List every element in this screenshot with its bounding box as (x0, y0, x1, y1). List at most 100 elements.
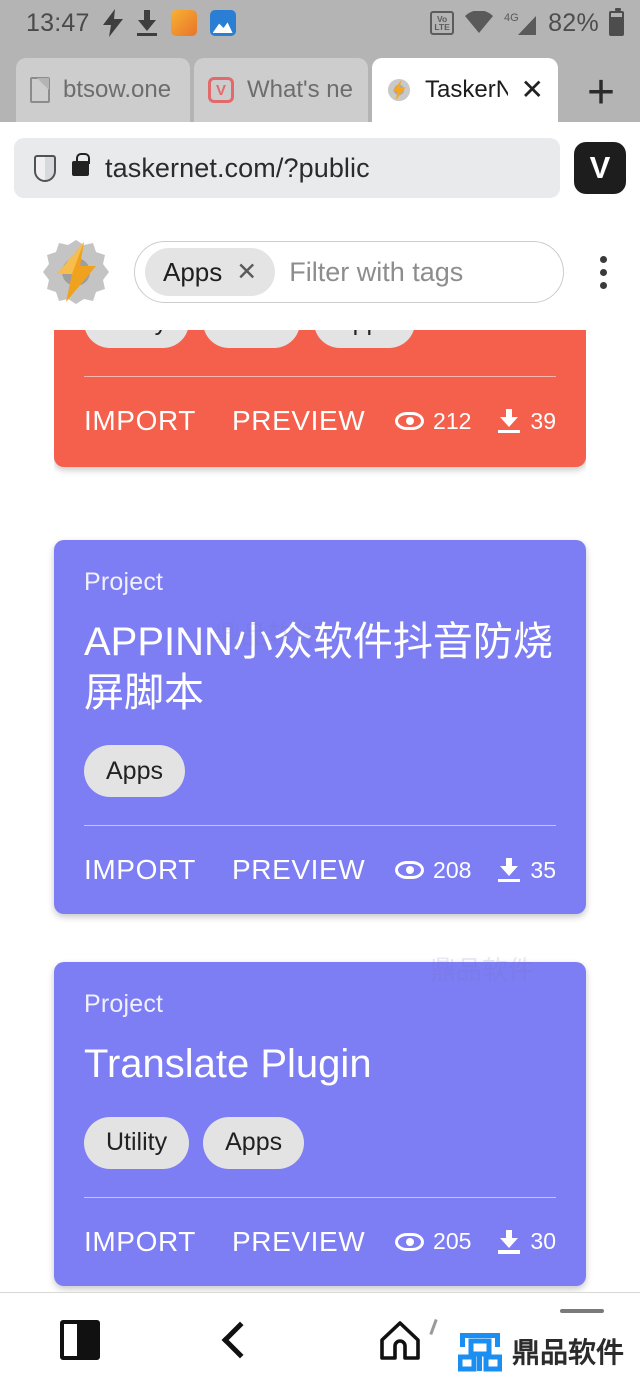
address-bar-row: taskernet.com/?public V (0, 122, 640, 218)
phone-screen: 13:47 Vo LTE 4G 82% btsow.one V What's n… (0, 0, 640, 1387)
card-gap (54, 492, 586, 540)
card-list[interactable]: Utility Root Apps IMPORT PREVIEW 212 (0, 330, 640, 1322)
downloads-count: 35 (530, 856, 556, 883)
card-tags: Utility Apps (84, 1091, 556, 1169)
tab-strip: btsow.one V What's ne TaskerN ✕ + (0, 46, 640, 122)
import-button[interactable]: IMPORT (84, 405, 196, 437)
card-actions: IMPORT PREVIEW (84, 1226, 365, 1258)
project-card-orange[interactable]: Utility Root Apps IMPORT PREVIEW 212 (54, 330, 586, 467)
tag-filter-box[interactable]: Apps ✕ Filter with tags (134, 241, 564, 303)
downloads-stat: 35 (497, 857, 556, 884)
card-tags: Apps (84, 719, 556, 798)
back-button[interactable] (160, 1321, 320, 1359)
battery-percent: 82% (548, 8, 599, 37)
status-time: 13:47 (26, 8, 90, 37)
card-stats: 212 39 (395, 408, 556, 435)
status-bar-left: 13:47 (26, 9, 236, 38)
tag-chip[interactable]: Utility (84, 1116, 190, 1169)
import-button[interactable]: IMPORT (84, 854, 196, 886)
dash-mark (560, 1309, 604, 1313)
back-icon (221, 1321, 259, 1359)
card-footer: IMPORT PREVIEW 205 30 (84, 1198, 556, 1286)
eye-icon (395, 1232, 425, 1251)
preview-button[interactable]: PREVIEW (232, 854, 365, 886)
downloads-stat: 30 (497, 1228, 556, 1255)
signal-icon: 4G (504, 10, 538, 36)
card-actions: IMPORT PREVIEW (84, 405, 365, 437)
import-button[interactable]: IMPORT (84, 1226, 196, 1258)
card-gap (54, 914, 586, 962)
views-stat: 205 (395, 1228, 471, 1255)
views-count: 205 (433, 1228, 472, 1255)
views-count: 212 (433, 407, 472, 434)
volte-bottom: LTE (434, 22, 450, 32)
download-icon (136, 10, 158, 36)
recents-icon (60, 1320, 100, 1360)
volte-icon: Vo LTE (430, 11, 455, 35)
url-text: taskernet.com/?public (105, 152, 370, 183)
brand-watermark: 鼎品软件 (457, 1329, 624, 1373)
card-stats: 208 35 (395, 857, 556, 884)
selected-tag-label: Apps (163, 256, 223, 287)
views-stat: 208 (395, 857, 471, 884)
card-title: Translate Plugin (84, 1042, 372, 1087)
home-icon (378, 1318, 422, 1362)
overflow-menu-icon[interactable] (586, 255, 626, 289)
card-footer: IMPORT PREVIEW 212 39 (84, 377, 556, 465)
brand-text: 鼎品软件 (511, 1336, 624, 1369)
flash-icon (102, 9, 123, 37)
kebab-dot (599, 281, 607, 289)
card-tags: Utility Root Apps (84, 330, 556, 348)
browser-tab-2-active[interactable]: TaskerN ✕ (372, 58, 558, 122)
wifi-icon (464, 11, 494, 35)
android-nav-bar: 鼎品软件 (0, 1292, 640, 1387)
svg-text:4G: 4G (504, 12, 519, 24)
tasker-logo-icon[interactable] (40, 236, 112, 308)
taskernet-header: Apps ✕ Filter with tags (0, 218, 640, 330)
dingpin-logo-icon (457, 1329, 503, 1373)
plus-icon: + (586, 66, 616, 120)
tab-title: TaskerN (425, 76, 508, 103)
browser-tab-1[interactable]: V What's ne (194, 58, 368, 122)
card-clip-wrapper: Utility Root Apps IMPORT PREVIEW 212 (54, 330, 586, 492)
eye-icon (395, 412, 425, 430)
preview-button[interactable]: PREVIEW (232, 1226, 365, 1258)
vivaldi-logo-icon: V (589, 150, 611, 185)
tag-chip[interactable]: Root (203, 330, 300, 348)
close-icon[interactable]: ✕ (521, 76, 544, 104)
vivaldi-icon: V (208, 77, 234, 103)
shield-icon[interactable] (34, 154, 56, 182)
preview-button[interactable]: PREVIEW (232, 405, 365, 437)
eye-icon (395, 861, 425, 880)
download-icon (497, 858, 521, 883)
project-card-appinn[interactable]: Project APPINN小众软件抖音防烧屏脚本 Apps IMPORT PR… (54, 540, 586, 915)
download-icon (497, 409, 521, 433)
download-icon (497, 1229, 521, 1254)
project-card-translate-plugin[interactable]: Project Translate Plugin Utility Apps IM… (54, 962, 586, 1286)
document-icon (30, 77, 50, 103)
selected-tag-chip[interactable]: Apps ✕ (145, 248, 276, 296)
home-button[interactable] (320, 1318, 480, 1362)
views-count: 208 (433, 856, 472, 883)
downloads-count: 30 (530, 1228, 556, 1255)
recents-button[interactable] (0, 1320, 160, 1360)
new-tab-button[interactable]: + (562, 66, 640, 122)
status-bar: 13:47 Vo LTE 4G 82% (0, 0, 640, 46)
card-title: APPINN小众软件抖音防烧屏脚本 (84, 620, 553, 716)
tag-chip[interactable]: Apps (203, 1116, 305, 1169)
tag-chip[interactable]: Apps (313, 330, 415, 348)
tab-title: btsow.one (63, 76, 172, 103)
card-stats: 205 30 (395, 1228, 556, 1255)
blue-app-icon (209, 10, 236, 36)
vivaldi-menu-button[interactable]: V (574, 142, 626, 194)
tag-chip[interactable]: Utility (84, 330, 190, 348)
kebab-dot (599, 255, 607, 263)
card-type-label: Project (84, 990, 164, 1019)
tag-chip[interactable]: Apps (84, 745, 185, 798)
address-bar[interactable]: taskernet.com/?public (14, 138, 560, 198)
tasker-gear-icon (386, 77, 412, 103)
tag-filter-placeholder[interactable]: Filter with tags (289, 257, 463, 288)
remove-tag-icon[interactable]: ✕ (236, 257, 257, 287)
lock-icon (72, 152, 90, 176)
browser-tab-0[interactable]: btsow.one (16, 58, 190, 122)
